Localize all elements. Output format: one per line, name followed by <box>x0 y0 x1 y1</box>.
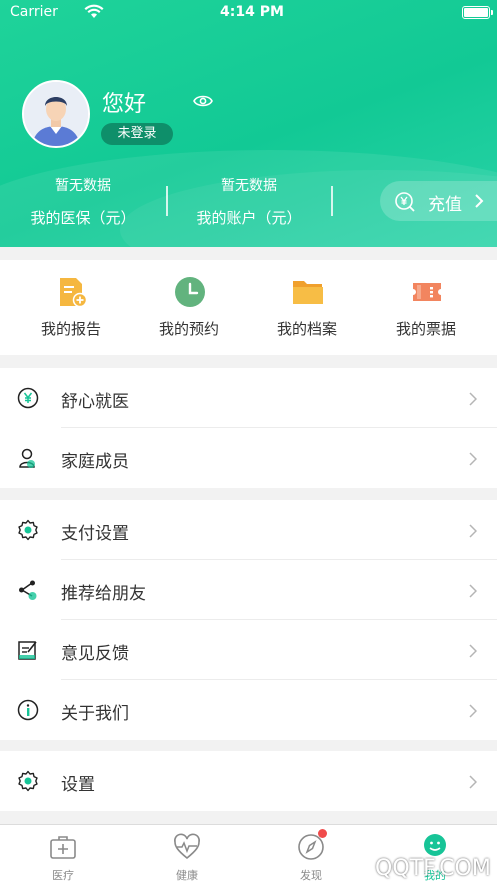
quick-action-archive[interactable]: 我的档案 <box>245 260 369 355</box>
clock-time: 4:14 PM <box>220 4 284 20</box>
medical-kit-icon <box>49 833 77 861</box>
tab-label: 健康 <box>176 869 198 882</box>
tab-medical[interactable]: 医疗 <box>1 825 125 883</box>
menu-item-feedback[interactable]: 意见反馈 <box>0 620 497 680</box>
share-icon <box>17 579 39 601</box>
ticket-icon <box>411 276 443 308</box>
menu-group: 支付设置 推荐给朋友 意见反馈 关于我们 <box>0 500 497 740</box>
report-icon <box>56 276 88 308</box>
medical-insurance-stat[interactable]: 暂无数据 我的医保（元） <box>16 175 150 228</box>
eye-icon[interactable] <box>193 93 213 113</box>
info-icon <box>17 699 39 721</box>
tab-label: 发现 <box>300 869 322 882</box>
avatar[interactable] <box>22 80 90 148</box>
tab-health[interactable]: 健康 <box>125 825 249 883</box>
chevron-right-icon <box>474 193 484 213</box>
gear-icon <box>17 519 39 541</box>
account-balance-stat[interactable]: 暂无数据 我的账户（元） <box>180 175 318 228</box>
watermark-text: QQTF.COM <box>375 856 491 881</box>
menu-item-label: 支付设置 <box>61 524 129 544</box>
stat-value: 暂无数据 <box>55 178 111 194</box>
stat-label: 我的医保（元） <box>30 209 136 227</box>
feedback-icon <box>17 639 39 661</box>
chevron-right-icon <box>469 703 478 722</box>
chevron-right-icon <box>469 391 478 410</box>
menu-item-label: 关于我们 <box>61 704 129 724</box>
chevron-right-icon <box>469 451 478 470</box>
wifi-icon <box>84 3 104 23</box>
menu-group: 设置 <box>0 751 497 811</box>
gear-icon <box>17 770 39 792</box>
menu-item-comfort-care[interactable]: 舒心就医 <box>0 368 497 428</box>
quick-action-label: 我的档案 <box>276 320 337 338</box>
recharge-button[interactable]: 充值 <box>380 181 497 221</box>
menu-item-about-us[interactable]: 关于我们 <box>0 680 497 740</box>
menu-item-label: 家庭成员 <box>61 452 129 472</box>
tab-discover[interactable]: 发现 <box>249 825 373 883</box>
menu-item-payment-settings[interactable]: 支付设置 <box>0 500 497 560</box>
menu-item-family-members[interactable]: 家庭成员 <box>0 428 497 488</box>
family-member-icon <box>17 447 39 469</box>
stat-value: 暂无数据 <box>221 178 277 194</box>
user-avatar-icon <box>24 82 88 146</box>
quick-action-appointment[interactable]: 我的预约 <box>127 260 251 355</box>
carrier-label: Carrier <box>10 4 58 20</box>
heart-pulse-icon <box>173 833 201 861</box>
folder-icon <box>292 276 324 308</box>
stat-divider <box>166 186 168 216</box>
battery-icon <box>462 6 493 19</box>
quick-action-label: 我的票据 <box>395 320 456 338</box>
profile-header: Carrier 4:14 PM 您好 未登录 暂无数据 我的医保（元） 暂无数据… <box>0 0 497 247</box>
chevron-right-icon <box>469 523 478 542</box>
chevron-right-icon <box>469 583 478 602</box>
menu-item-settings[interactable]: 设置 <box>0 751 497 811</box>
menu-item-label: 设置 <box>61 775 95 795</box>
yen-search-icon <box>394 191 416 217</box>
yen-circle-icon <box>17 387 39 409</box>
menu-item-label: 舒心就医 <box>61 392 129 412</box>
chevron-right-icon <box>469 774 478 793</box>
quick-action-report[interactable]: 我的报告 <box>9 260 133 355</box>
quick-actions: 我的报告 我的预约 我的档案 我的票据 <box>0 260 497 355</box>
notification-dot <box>318 829 327 838</box>
stat-label: 我的账户（元） <box>196 209 302 227</box>
menu-item-label: 推荐给朋友 <box>61 584 146 604</box>
greeting-text: 您好 <box>102 92 147 117</box>
recharge-label: 充值 <box>428 195 462 215</box>
quick-action-receipt[interactable]: 我的票据 <box>364 260 488 355</box>
menu-item-label: 意见反馈 <box>61 644 129 664</box>
menu-group: 舒心就医 家庭成员 <box>0 368 497 488</box>
stat-divider <box>331 186 333 216</box>
quick-action-label: 我的预约 <box>158 320 219 338</box>
login-status-badge[interactable]: 未登录 <box>101 123 173 145</box>
quick-action-label: 我的报告 <box>40 320 101 338</box>
clock-icon <box>174 276 206 308</box>
tab-label: 医疗 <box>52 869 74 882</box>
status-bar: Carrier 4:14 PM <box>0 0 497 26</box>
chevron-right-icon <box>469 643 478 662</box>
menu-item-recommend-friends[interactable]: 推荐给朋友 <box>0 560 497 620</box>
